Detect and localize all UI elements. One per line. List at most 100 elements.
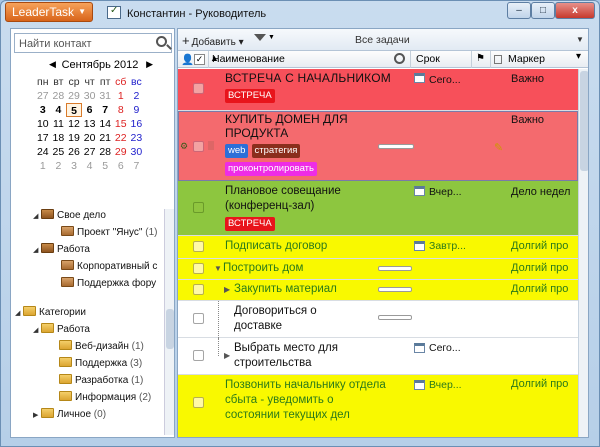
- calendar-day[interactable]: 23: [129, 131, 145, 145]
- calendar-day[interactable]: 24: [35, 145, 51, 159]
- calendar-day[interactable]: 28: [97, 145, 113, 159]
- collapse-icon[interactable]: ▶: [33, 411, 41, 419]
- task-row[interactable]: ▼ Построить дом Долгий про: [178, 259, 578, 280]
- task-row-selected[interactable]: ⚙ КУПИТЬ ДОМЕН ДЛЯ ПРОДУКТА web стратеги…: [178, 111, 578, 181]
- collapse-icon[interactable]: ▶: [224, 351, 230, 360]
- tree-item-kategorii[interactable]: ◢ Категории: [15, 306, 86, 322]
- app-menu-button[interactable]: LeaderTask ▼: [5, 2, 93, 22]
- calendar-day[interactable]: 19: [66, 131, 82, 145]
- flag-icon[interactable]: ⚑: [476, 53, 485, 64]
- calendar-day[interactable]: 6: [113, 159, 129, 173]
- calendar-day[interactable]: 31: [97, 89, 113, 103]
- task-checkbox[interactable]: [193, 141, 204, 152]
- search-contact-input[interactable]: Найти контакт: [14, 33, 172, 53]
- task-tag[interactable]: стратегия: [251, 144, 301, 158]
- calendar-day[interactable]: 20: [82, 131, 98, 145]
- calendar-day[interactable]: 27: [82, 145, 98, 159]
- task-checkbox[interactable]: [193, 313, 204, 324]
- calendar-day[interactable]: 18: [51, 131, 67, 145]
- task-tag[interactable]: проконтролировать: [225, 162, 317, 176]
- tree-item-razrabotka[interactable]: Разработка (1): [59, 374, 143, 390]
- task-row[interactable]: ВСТРЕЧА С НАЧАЛЬНИКОМ ВСТРЕЧА Сего... Ва…: [178, 69, 578, 111]
- close-button[interactable]: x: [555, 2, 595, 19]
- column-marker[interactable]: Маркер: [508, 53, 545, 65]
- expand-icon[interactable]: ◢: [33, 246, 41, 254]
- calendar-day[interactable]: 30: [129, 145, 145, 159]
- pencil-icon[interactable]: ✎: [494, 141, 503, 154]
- expand-icon[interactable]: ◢: [33, 212, 41, 220]
- tree-item-podderzhka[interactable]: Поддержка (3): [59, 357, 142, 373]
- column-menu-icon[interactable]: ▾: [576, 51, 581, 62]
- calendar-day[interactable]: 4: [51, 103, 67, 117]
- tree-item-rabota[interactable]: ◢ Работа: [33, 243, 90, 259]
- view-chevron-down-icon[interactable]: ▼: [576, 35, 584, 44]
- calendar-day[interactable]: 7: [129, 159, 145, 173]
- expand-icon[interactable]: ◢: [33, 326, 41, 334]
- calendar-today[interactable]: 5: [66, 103, 82, 117]
- calendar-day[interactable]: 5: [97, 159, 113, 173]
- calendar-day[interactable]: 28: [51, 89, 67, 103]
- minimize-button[interactable]: –: [507, 2, 531, 19]
- calendar-day[interactable]: 2: [51, 159, 67, 173]
- task-checkbox[interactable]: [193, 202, 204, 213]
- task-tag[interactable]: ВСТРЕЧА: [225, 89, 275, 103]
- task-checkbox[interactable]: [193, 284, 204, 295]
- calendar-day[interactable]: 9: [129, 103, 145, 117]
- task-list-scrollbar[interactable]: [578, 69, 588, 437]
- task-row[interactable]: Договориться о доставке: [178, 301, 578, 338]
- calendar-day[interactable]: 4: [82, 159, 98, 173]
- calendar-day[interactable]: 14: [97, 117, 113, 131]
- column-name[interactable]: Наименование: [212, 53, 285, 65]
- task-row[interactable]: Подписать договор Завтр... Долгий про: [178, 236, 578, 259]
- task-tag[interactable]: web: [225, 144, 249, 158]
- task-row[interactable]: Плановое совещание (конференц-зал) ВСТРЕ…: [178, 181, 578, 236]
- scroll-thumb[interactable]: [580, 71, 588, 171]
- task-checkbox[interactable]: [193, 263, 204, 274]
- drag-handle-icon[interactable]: [208, 141, 214, 150]
- calendar-day[interactable]: 6: [82, 103, 98, 117]
- tree-item-podderzhka-foruma[interactable]: Поддержка фору: [61, 277, 156, 293]
- calendar-day[interactable]: 15: [113, 117, 129, 131]
- calendar-day[interactable]: 17: [35, 131, 51, 145]
- scroll-thumb[interactable]: [166, 309, 174, 349]
- calendar-day[interactable]: 3: [66, 159, 82, 173]
- calendar-day[interactable]: 10: [35, 117, 51, 131]
- task-row[interactable]: Позвонить начальнику отдела сбыта - увед…: [178, 375, 578, 437]
- tree-item-informatsiya[interactable]: Информация (2): [59, 391, 151, 407]
- calendar-day[interactable]: 3: [35, 103, 51, 117]
- chevron-down-icon[interactable]: ▼: [268, 34, 275, 41]
- task-row[interactable]: ▶ Выбрать место для строительства Сего..…: [178, 338, 578, 375]
- search-icon[interactable]: [156, 36, 167, 47]
- calendar-day[interactable]: 29: [66, 89, 82, 103]
- calendar-day[interactable]: 29: [113, 145, 129, 159]
- column-due[interactable]: Срок: [416, 53, 440, 65]
- calendar-day[interactable]: 1: [35, 159, 51, 173]
- task-row[interactable]: ▶ Закупить материал Долгий про: [178, 280, 578, 301]
- calendar-day[interactable]: 25: [51, 145, 67, 159]
- calendar-day[interactable]: 11: [51, 117, 67, 131]
- add-task-button[interactable]: + Добавить ▾: [182, 33, 244, 48]
- calendar-day[interactable]: 26: [66, 145, 82, 159]
- calendar-next-icon[interactable]: ▶: [146, 59, 153, 70]
- task-tag[interactable]: ВСТРЕЧА: [225, 217, 275, 231]
- tree-item-lichnoe[interactable]: ▶ Личное (0): [33, 408, 106, 424]
- calendar-day[interactable]: 7: [97, 103, 113, 117]
- calendar-day[interactable]: 12: [66, 117, 82, 131]
- calendar-day[interactable]: 8: [113, 103, 129, 117]
- maximize-button[interactable]: □: [531, 2, 555, 19]
- calendar-day[interactable]: 2: [129, 89, 145, 103]
- tree-item-veb-dizain[interactable]: Веб-дизайн (1): [59, 340, 144, 356]
- calendar-day[interactable]: 13: [82, 117, 98, 131]
- task-checkbox[interactable]: [193, 350, 204, 361]
- task-checkbox[interactable]: [193, 83, 204, 94]
- task-checkbox[interactable]: [193, 241, 204, 252]
- filter-icon[interactable]: [254, 34, 266, 41]
- calendar-day[interactable]: 22: [113, 131, 129, 145]
- expand-icon[interactable]: ▼: [214, 264, 222, 273]
- calendar-day[interactable]: 1: [113, 89, 129, 103]
- tree-item-kat-rabota[interactable]: ◢ Работа: [33, 323, 90, 339]
- calendar-day[interactable]: 21: [97, 131, 113, 145]
- collapse-icon[interactable]: ▶: [224, 285, 230, 294]
- tree-item-svoe-delo[interactable]: ◢ Свое дело: [33, 209, 106, 225]
- tree-item-korporativny[interactable]: Корпоративный с: [61, 260, 157, 276]
